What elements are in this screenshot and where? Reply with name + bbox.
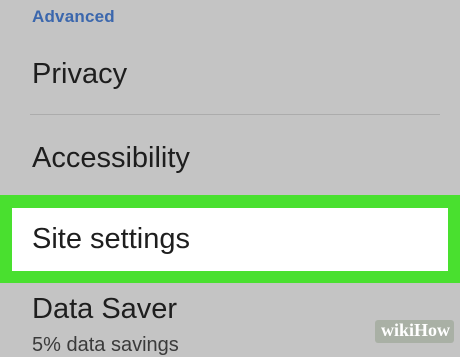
settings-item-site-settings[interactable]: Site settings (12, 208, 448, 271)
settings-item-sublabel: 5% data savings (32, 334, 179, 356)
section-header-advanced: Advanced (32, 7, 115, 26)
wikihow-watermark: wikiHow (374, 320, 454, 343)
settings-item-label: Privacy (32, 58, 128, 90)
settings-item-label: Data Saver (32, 293, 178, 325)
settings-item-label: Accessibility (32, 142, 190, 174)
settings-item-privacy[interactable]: Privacy (0, 40, 460, 114)
settings-item-accessibility[interactable]: Accessibility (0, 115, 460, 195)
settings-screen: Advanced Privacy Accessibility Site sett… (0, 0, 460, 356)
watermark-wiki: wiki (380, 320, 414, 340)
watermark-how: How (414, 320, 450, 340)
settings-item-label: Site settings (32, 223, 190, 255)
